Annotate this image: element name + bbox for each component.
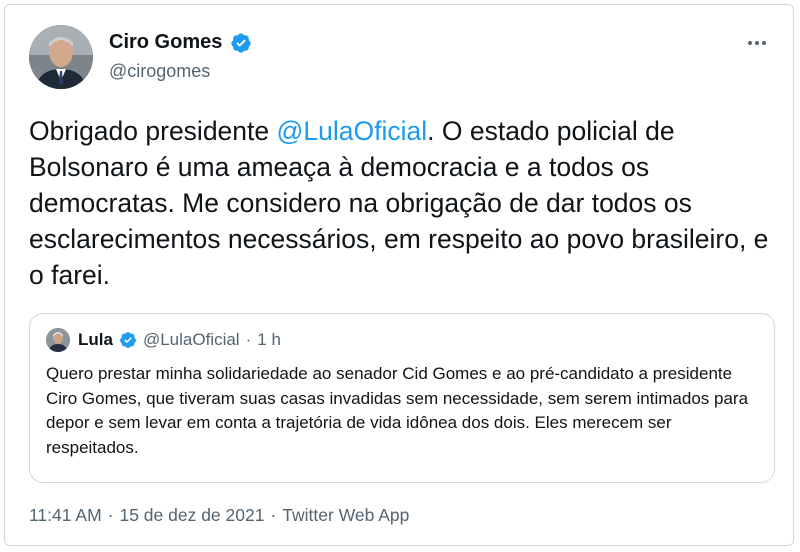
tweet-text-start: Obrigado presidente xyxy=(29,116,277,146)
author-handle[interactable]: @cirogomes xyxy=(109,61,210,82)
verified-badge-icon xyxy=(231,32,251,53)
quoted-verified-badge-icon xyxy=(120,332,136,348)
quoted-header: Lula @LulaOficial · 1 h xyxy=(78,328,281,352)
source-app[interactable]: Twitter Web App xyxy=(282,505,409,526)
author-avatar[interactable] xyxy=(29,25,93,89)
tweet-card: Ciro Gomes @cirogomes Obrigado president… xyxy=(4,4,794,546)
quoted-handle[interactable]: @LulaOficial xyxy=(143,328,240,352)
quoted-avatar-photo-icon xyxy=(46,328,70,352)
quoted-text: Quero prestar minha solidariedade ao sen… xyxy=(46,364,749,457)
tweet-date[interactable]: 15 de dez de 2021 xyxy=(119,505,264,526)
quoted-display-name[interactable]: Lula xyxy=(78,328,113,352)
quoted-author-avatar[interactable] xyxy=(46,328,70,352)
more-options-icon[interactable] xyxy=(741,31,773,55)
mention-link[interactable]: @LulaOficial xyxy=(277,116,428,146)
quoted-tweet[interactable]: Lula @LulaOficial · 1 h Quero prestar mi… xyxy=(29,313,775,483)
avatar-photo-icon xyxy=(29,25,93,89)
author-display-name[interactable]: Ciro Gomes xyxy=(109,31,222,54)
meta-separator-1: · xyxy=(107,505,114,525)
author-name-row: Ciro Gomes xyxy=(109,31,252,54)
tweet-time[interactable]: 11:41 AM xyxy=(29,505,102,526)
tweet-metadata: 11:41 AM · 15 de dez de 2021 · Twitter W… xyxy=(29,505,409,526)
meta-separator-2: · xyxy=(270,505,277,525)
tweet-text: Obrigado presidente @LulaOficial. O esta… xyxy=(29,113,779,293)
quoted-separator: · xyxy=(245,330,252,349)
quoted-time[interactable]: 1 h xyxy=(257,328,281,352)
